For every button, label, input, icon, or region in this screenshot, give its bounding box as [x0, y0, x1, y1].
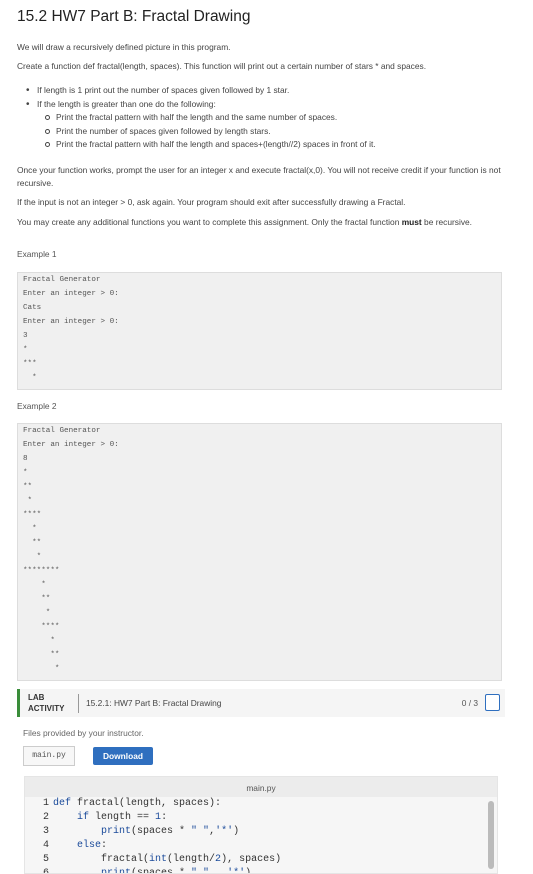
- editor-scrollbar[interactable]: [488, 801, 494, 869]
- instructions-paragraph-3: Once your function works, prompt the use…: [17, 165, 501, 188]
- console-line: ********: [23, 567, 60, 575]
- console-line: *: [23, 609, 51, 617]
- console-line: Enter an integer > 0:: [23, 441, 119, 449]
- lab-title: 15.2.1: HW7 Part B: Fractal Drawing: [86, 698, 222, 708]
- rule-item-1: If length is 1 print out the number of s…: [26, 84, 507, 98]
- console-line: 3: [23, 332, 28, 340]
- lab-divider: [78, 694, 79, 713]
- p5-text-b: be recursive.: [421, 217, 472, 227]
- lab-score: 0 / 3: [461, 698, 478, 708]
- lab-activity-bar: LAB ACTIVITY 15.2.1: HW7 Part B: Fractal…: [17, 689, 505, 717]
- editor-filename: main.py: [246, 783, 276, 793]
- editor-header: main.py: [25, 777, 497, 797]
- line-number: 5: [42, 854, 49, 865]
- line-number: 2: [42, 812, 49, 823]
- console-line: *: [23, 374, 37, 382]
- page-title: 15.2 HW7 Part B: Fractal Drawing: [17, 8, 251, 25]
- console-line: *: [23, 525, 37, 533]
- rule-item-2: If the length is greater than one do the…: [26, 98, 507, 112]
- download-button[interactable]: Download: [93, 747, 153, 765]
- console-line: **: [23, 595, 51, 603]
- file-main-py[interactable]: main.py: [23, 746, 75, 766]
- console-line: ***: [23, 360, 37, 368]
- p5-text-a: You may create any additional functions …: [17, 217, 402, 227]
- code-line: else:: [77, 840, 108, 851]
- console-line: **: [23, 483, 33, 491]
- code-editor[interactable]: main.py 1 2 3 4 5 6 def fractal(length, …: [24, 776, 498, 874]
- console-line: Enter an integer > 0:: [23, 318, 119, 326]
- completion-checkbox[interactable]: [485, 694, 500, 711]
- code-line: print(spaces * " ",'*'): [101, 826, 240, 837]
- console-line: *: [23, 581, 46, 589]
- line-number: 3: [42, 826, 49, 837]
- example-2-console: Fractal Generator Enter an integer > 0: …: [17, 423, 502, 681]
- line-number-gutter: 1 2 3 4 5 6: [33, 797, 49, 874]
- example-2-label: Example 2: [17, 401, 57, 411]
- code-line: if length == 1:: [77, 812, 168, 823]
- console-line: **: [23, 539, 42, 547]
- console-line: Enter an integer > 0:: [23, 290, 119, 298]
- code-line: fractal(int(length/2), spaces): [53, 854, 282, 865]
- lab-tag-line-2: ACTIVITY: [28, 704, 65, 713]
- console-line: *: [23, 497, 33, 505]
- rules-list: If length is 1 print out the number of s…: [26, 84, 507, 152]
- instructions-paragraph-4: If the input is not an integer > 0, ask …: [17, 197, 406, 207]
- console-line: 8: [23, 455, 28, 463]
- line-number: 6: [42, 868, 49, 874]
- lab-activity-tag: LAB ACTIVITY: [28, 692, 64, 714]
- page: 15.2 HW7 Part B: Fractal Drawing We will…: [0, 0, 533, 874]
- p5-must: must: [401, 217, 422, 227]
- rule-subitem-1: Print the fractal pattern with half the …: [45, 111, 507, 125]
- lab-tag-line-1: LAB: [28, 693, 45, 702]
- console-line: *: [23, 469, 28, 477]
- console-line: *: [23, 346, 28, 354]
- line-number: 1: [42, 798, 49, 809]
- line-number: 4: [42, 840, 49, 851]
- console-line: *: [23, 553, 42, 561]
- code-area[interactable]: def fractal(length, spaces): if length =…: [53, 797, 282, 874]
- console-line: Fractal Generator: [23, 276, 101, 284]
- files-label: Files provided by your instructor.: [23, 728, 144, 738]
- intro-paragraph-2: Create a function def fractal(length, sp…: [17, 61, 427, 71]
- example-1-console: Fractal Generator Enter an integer > 0: …: [17, 272, 502, 390]
- console-line: ****: [23, 511, 42, 519]
- code-line: print(spaces * " " , '*'): [101, 868, 252, 874]
- instructions-paragraph-5: You may create any additional functions …: [17, 216, 507, 229]
- rule-subitem-2: Print the number of spaces given followe…: [45, 125, 507, 139]
- example-1-label: Example 1: [17, 249, 57, 259]
- console-line: *: [23, 665, 60, 673]
- code-line: def fractal(length, spaces):: [53, 798, 222, 809]
- console-line: ****: [23, 623, 60, 631]
- intro-paragraph-1: We will draw a recursively defined pictu…: [17, 42, 231, 52]
- console-line: **: [23, 651, 60, 659]
- console-line: Fractal Generator: [23, 427, 101, 435]
- console-line: *: [23, 637, 55, 645]
- console-line: Cats: [23, 304, 42, 312]
- rule-subitem-3: Print the fractal pattern with half the …: [45, 138, 507, 152]
